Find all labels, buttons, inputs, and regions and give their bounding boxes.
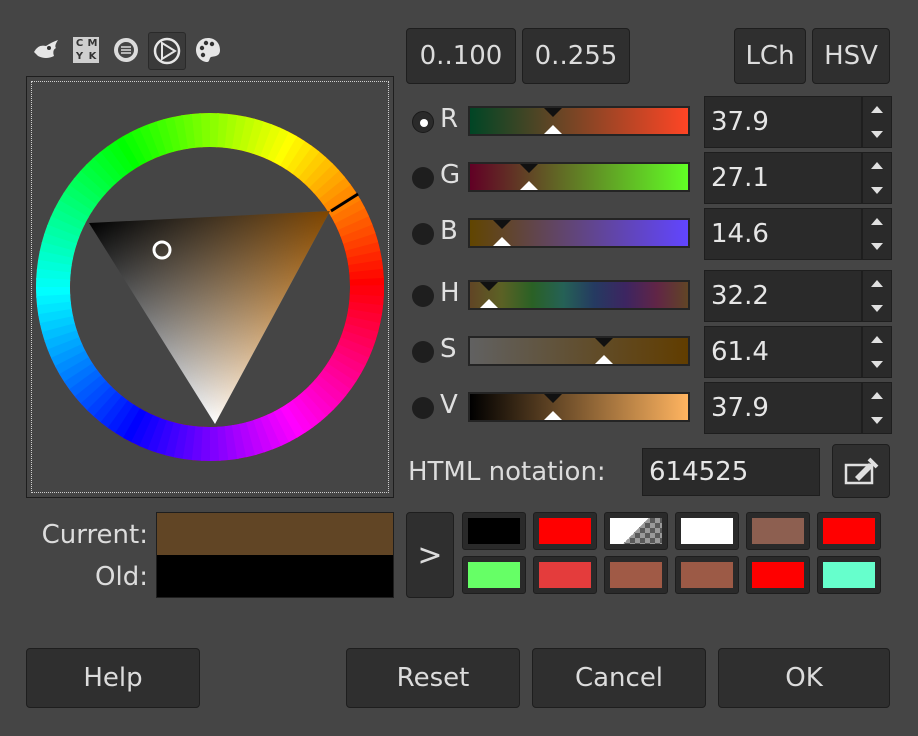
- triangle-wheel-icon: [153, 37, 181, 65]
- eyedropper-button[interactable]: [832, 444, 890, 498]
- channel-radio-h[interactable]: [412, 285, 434, 307]
- history-swatch[interactable]: [604, 512, 668, 550]
- channel-slider-b[interactable]: [468, 218, 690, 248]
- current-color-label: Current:: [41, 520, 148, 550]
- channel-spinner-b[interactable]: [862, 208, 892, 260]
- history-swatch[interactable]: [462, 556, 526, 594]
- channel-slider-g[interactable]: [468, 162, 690, 192]
- lch-button[interactable]: LCh: [734, 28, 806, 84]
- history-swatch[interactable]: [462, 512, 526, 550]
- channel-slider-h[interactable]: [468, 280, 690, 310]
- decrement-icon[interactable]: [871, 243, 883, 250]
- channel-slider-s[interactable]: [468, 336, 690, 366]
- channel-value-g[interactable]: 27.1: [704, 152, 862, 204]
- html-notation-input[interactable]: 614525: [642, 448, 820, 496]
- channel-row-v: V 37.9: [406, 380, 892, 436]
- channel-slider-v[interactable]: [468, 392, 690, 422]
- decrement-icon[interactable]: [871, 417, 883, 424]
- color-selector-tabs: CMYK: [28, 32, 258, 72]
- channel-label-h: H: [440, 278, 460, 308]
- channel-value-r[interactable]: 37.9: [704, 96, 862, 148]
- reset-button[interactable]: Reset: [346, 648, 520, 708]
- channel-radio-r[interactable]: [412, 111, 434, 133]
- channel-radio-b[interactable]: [412, 223, 434, 245]
- cancel-button[interactable]: Cancel: [532, 648, 706, 708]
- channel-row-g: G 27.1: [406, 150, 892, 206]
- history-swatch[interactable]: [604, 556, 668, 594]
- decrement-icon[interactable]: [871, 131, 883, 138]
- history-swatch[interactable]: [817, 556, 881, 594]
- channel-row-h: H 32.2: [406, 268, 892, 324]
- channel-label-r: R: [440, 104, 459, 134]
- history-swatch[interactable]: [675, 512, 739, 550]
- triangle-selector-tab[interactable]: [148, 32, 186, 70]
- add-to-history-button[interactable]: >: [406, 512, 454, 598]
- channel-label-v: V: [440, 390, 458, 420]
- channel-radio-g[interactable]: [412, 167, 434, 189]
- channel-spinner-r[interactable]: [862, 96, 892, 148]
- hsv-button[interactable]: HSV: [812, 28, 890, 84]
- channel-value-v[interactable]: 37.9: [704, 382, 862, 434]
- increment-icon[interactable]: [871, 162, 883, 169]
- watercolor-icon: [114, 38, 138, 62]
- cmyk-selector-tab[interactable]: CMYK: [68, 32, 104, 68]
- increment-icon[interactable]: [871, 336, 883, 343]
- channel-spinner-h[interactable]: [862, 270, 892, 322]
- channel-row-b: B 14.6: [406, 206, 892, 262]
- channel-label-s: S: [440, 334, 457, 364]
- current-color-swatch: [157, 513, 393, 555]
- channel-spinner-s[interactable]: [862, 326, 892, 378]
- history-swatch[interactable]: [533, 512, 597, 550]
- ok-button[interactable]: OK: [718, 648, 890, 708]
- html-notation-label: HTML notation:: [408, 457, 606, 487]
- watercolor-selector-tab[interactable]: [108, 32, 144, 68]
- history-swatch[interactable]: [533, 556, 597, 594]
- old-color-label: Old:: [95, 562, 148, 592]
- gimp-selector-tab[interactable]: [28, 32, 64, 68]
- gimp-icon: [34, 40, 58, 58]
- increment-icon[interactable]: [871, 218, 883, 225]
- color-comparison: [156, 512, 394, 598]
- channel-slider-r[interactable]: [468, 106, 690, 136]
- channel-spinner-g[interactable]: [862, 152, 892, 204]
- channel-row-r: R 37.9: [406, 94, 892, 150]
- channel-radio-v[interactable]: [412, 397, 434, 419]
- color-history: [462, 512, 892, 598]
- cmyk-icon: CMYK: [73, 37, 99, 63]
- eyedropper-icon: [844, 457, 879, 485]
- color-wheel-area[interactable]: [26, 76, 394, 498]
- increment-icon[interactable]: [871, 106, 883, 113]
- channel-value-b[interactable]: 14.6: [704, 208, 862, 260]
- channel-value-h[interactable]: 32.2: [704, 270, 862, 322]
- palette-selector-tab[interactable]: [190, 32, 226, 68]
- channel-value-s[interactable]: 61.4: [704, 326, 862, 378]
- palette-icon: [196, 38, 220, 62]
- range-0-100-button[interactable]: 0..100: [406, 28, 516, 84]
- help-button[interactable]: Help: [26, 648, 200, 708]
- history-swatch[interactable]: [675, 556, 739, 594]
- old-color-swatch[interactable]: [157, 555, 393, 597]
- history-swatch[interactable]: [817, 512, 881, 550]
- decrement-icon[interactable]: [871, 187, 883, 194]
- channel-spinner-v[interactable]: [862, 382, 892, 434]
- increment-icon[interactable]: [871, 280, 883, 287]
- channel-label-g: G: [440, 160, 461, 190]
- increment-icon[interactable]: [871, 392, 883, 399]
- channel-label-b: B: [440, 216, 458, 246]
- decrement-icon[interactable]: [871, 305, 883, 312]
- decrement-icon[interactable]: [871, 361, 883, 368]
- history-swatch[interactable]: [746, 556, 810, 594]
- channel-row-s: S 61.4: [406, 324, 892, 380]
- range-0-255-button[interactable]: 0..255: [522, 28, 630, 84]
- channel-radio-s[interactable]: [412, 341, 434, 363]
- history-swatch[interactable]: [746, 512, 810, 550]
